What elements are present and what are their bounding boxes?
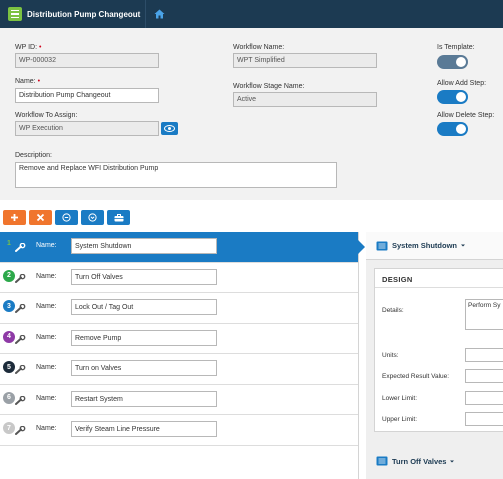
allow-add-step-toggle[interactable] (437, 90, 468, 104)
is-template-label: Is Template: (437, 44, 475, 51)
name-label: Name: • (15, 78, 41, 85)
step-icon (376, 456, 388, 466)
step-name-label: Name: (36, 364, 57, 371)
step-name-label: Name: (36, 303, 57, 310)
next-step-header[interactable]: Turn Off Valves (376, 456, 455, 466)
steps-toolbar (0, 210, 130, 226)
delete-icon (36, 213, 45, 222)
detail-header[interactable]: System Shutdown (366, 232, 503, 260)
step-number-badge: 2 (3, 269, 15, 282)
expected-result-label: Expected Result Value: (382, 373, 450, 380)
step-icon (376, 241, 388, 250)
dropdown-caret-icon (461, 244, 466, 247)
workflow-lookup-button[interactable] (161, 122, 178, 135)
step-number-badge: 5 (3, 361, 15, 373)
units-field[interactable] (465, 348, 503, 362)
step-name-input[interactable]: Restart System (71, 390, 217, 407)
add-step-button[interactable] (3, 210, 26, 225)
toolbox-button[interactable] (107, 210, 130, 225)
eye-icon (164, 125, 175, 132)
add-icon (11, 214, 18, 221)
step-name-label: Name: (36, 425, 57, 432)
wp-id-field: WP-000032 (15, 53, 159, 68)
delete-step-button[interactable] (29, 210, 52, 225)
collapse-icon (62, 213, 71, 222)
toolbox-icon (114, 213, 123, 221)
workflow-stage-field: Active (233, 92, 377, 107)
step-name-label: Name: (36, 242, 57, 249)
collapse-all-button[interactable] (55, 210, 78, 225)
expand-icon (88, 213, 97, 222)
step-name-input[interactable]: Lock Out / Tag Out (71, 299, 217, 315)
step-number-badge: 1 (7, 239, 11, 247)
step-name-input[interactable]: Turn on Valves (71, 360, 217, 376)
step-name-label: Name: (36, 272, 57, 280)
name-field[interactable]: Distribution Pump Changeout (15, 88, 159, 103)
steps-list: 1 Name: System Shutdown 2 Name: Turn Off… (0, 232, 365, 479)
step-row[interactable]: 7 Name: Verify Steam Line Pressure (0, 415, 358, 446)
step-row[interactable]: 1 Name: System Shutdown (0, 232, 365, 263)
wrench-icon (15, 395, 26, 405)
app-title: Distribution Pump Changeout (27, 9, 141, 19)
expected-result-field[interactable] (465, 369, 503, 383)
allow-delete-step-label: Allow Delete Step: (437, 112, 495, 119)
step-row[interactable]: 4 Name: Remove Pump (0, 323, 358, 354)
expand-all-button[interactable] (81, 210, 104, 225)
details-field[interactable]: Perform Sy (465, 299, 503, 330)
work-package-form: WP ID: • WP-000032 Name: • Distribution Pu… (0, 28, 503, 200)
list-app-icon (8, 7, 22, 21)
design-section-title: DESIGN (375, 269, 503, 288)
wrench-icon (15, 273, 26, 283)
design-card: DESIGN Details: Perform Sy Units: Expect… (374, 268, 503, 432)
top-bar: Distribution Pump Changeout (0, 0, 503, 28)
step-name-input[interactable]: Turn Off Valves (71, 268, 217, 285)
step-row[interactable]: 3 Name: Lock Out / Tag Out (0, 293, 358, 324)
wrench-icon (15, 243, 26, 252)
wrench-icon (15, 334, 26, 344)
step-number-badge: 3 (3, 300, 15, 312)
step-name-input[interactable]: Remove Pump (71, 329, 217, 346)
upper-limit-field[interactable] (465, 412, 503, 426)
active-step-arrow (358, 240, 365, 254)
step-name-label: Name: (36, 333, 57, 341)
step-name-input[interactable]: System Shutdown (71, 238, 217, 254)
workflow-name-field: WPT Simplified (233, 53, 377, 68)
upper-limit-label: Upper Limit: (382, 416, 418, 423)
step-number-badge: 7 (3, 422, 15, 434)
step-row[interactable]: 5 Name: Turn on Valves (0, 354, 358, 385)
details-label: Details: (382, 307, 404, 314)
step-detail-panel: System Shutdown DESIGN Details: Perform … (366, 232, 503, 479)
workflow-name-label: Workflow Name: (233, 44, 285, 51)
units-label: Units: (382, 352, 399, 359)
description-field[interactable]: Remove and Replace WFI Distribution Pump (15, 162, 337, 188)
description-label: Description: (15, 152, 52, 159)
step-name-input[interactable]: Verify Steam Line Pressure (71, 421, 217, 437)
allow-add-step-label: Allow Add Step: (437, 80, 487, 87)
home-button[interactable] (147, 0, 171, 28)
detail-title: System Shutdown (392, 241, 458, 250)
step-number-badge: 4 (3, 330, 15, 343)
step-row[interactable]: 2 Name: Turn Off Valves (0, 262, 358, 293)
lower-limit-field[interactable] (465, 391, 503, 405)
step-number-badge: 6 (3, 391, 15, 404)
is-template-toggle[interactable] (437, 55, 468, 69)
workflow-assign-field[interactable]: WP Execution (15, 121, 159, 136)
wrench-icon (15, 365, 26, 374)
wp-id-label: WP ID: • (15, 44, 42, 51)
workflow-stage-label: Workflow Stage Name: (233, 83, 305, 90)
step-name-label: Name: (36, 394, 57, 402)
dropdown-caret-icon (450, 460, 455, 462)
next-step-title: Turn Off Valves (392, 456, 447, 466)
home-icon (154, 9, 164, 19)
app-tab[interactable]: Distribution Pump Changeout (0, 0, 146, 28)
workflow-assign-label: Workflow To Assign: (15, 112, 78, 119)
lower-limit-label: Lower Limit: (382, 395, 418, 402)
wrench-icon (15, 426, 26, 435)
step-row[interactable]: 6 Name: Restart System (0, 384, 358, 415)
allow-delete-step-toggle[interactable] (437, 122, 468, 136)
wrench-icon (15, 304, 26, 313)
